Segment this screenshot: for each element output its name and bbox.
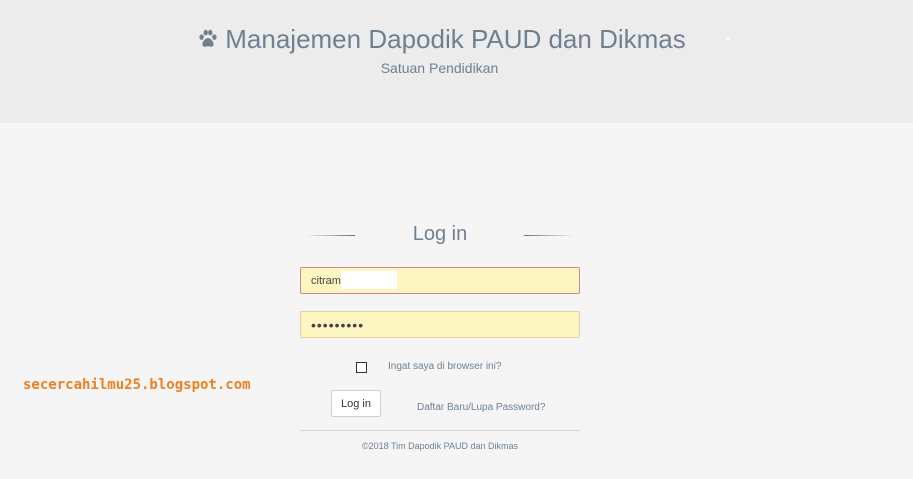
- password-field[interactable]: [300, 311, 580, 338]
- paw-icon: [199, 29, 217, 47]
- remember-checkbox[interactable]: [356, 362, 367, 373]
- watermark-text: secercahilmu25.blogspot.com: [23, 377, 251, 393]
- footer-divider: [300, 430, 580, 431]
- heading-divider-right: [524, 235, 574, 236]
- redaction-mask: [341, 271, 397, 289]
- app-subtitle: Satuan Pendidikan: [380, 60, 499, 76]
- login-button[interactable]: Log in: [331, 390, 381, 417]
- brand: Manajemen Dapodik PAUD dan Dikmas: [0, 22, 913, 56]
- decorative-dot: [727, 38, 729, 40]
- footer-copyright: ©2018 Tim Dapodik PAUD dan Dikmas: [361, 441, 519, 451]
- remember-label[interactable]: Ingat saya di browser ini?: [388, 361, 501, 372]
- register-forgot-link[interactable]: Daftar Baru/Lupa Password?: [417, 402, 545, 413]
- app-title: Manajemen Dapodik PAUD dan Dikmas: [225, 24, 686, 54]
- page-header: Manajemen Dapodik PAUD dan Dikmas Satuan…: [0, 0, 913, 123]
